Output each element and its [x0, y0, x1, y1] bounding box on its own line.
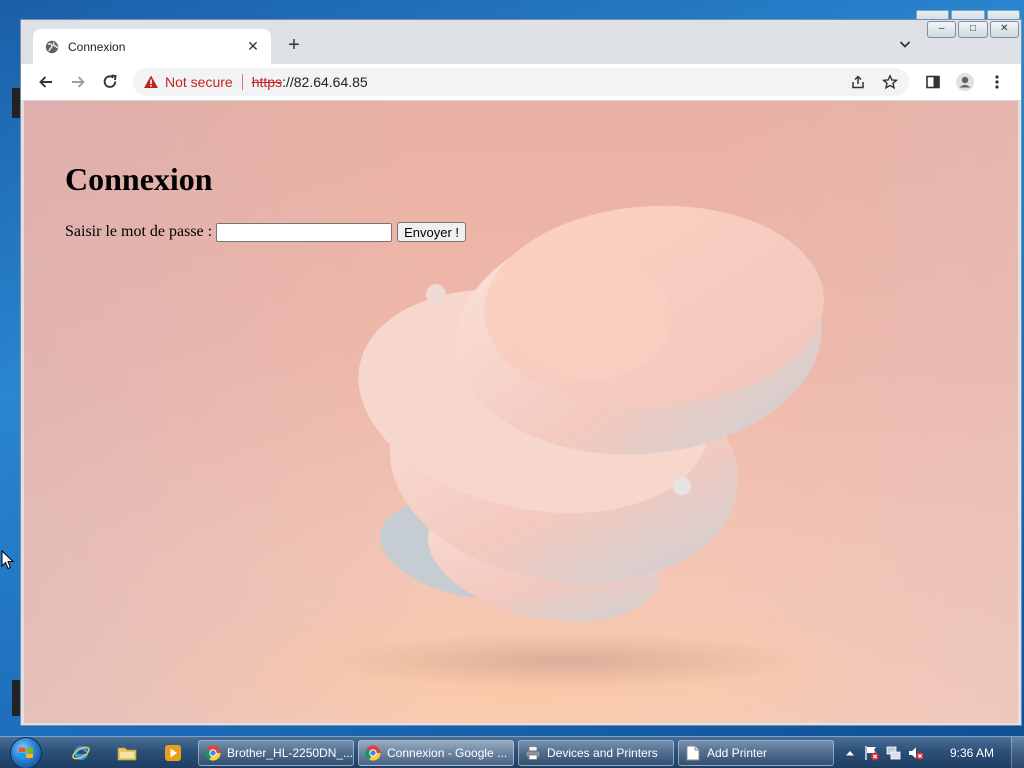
- network-icon[interactable]: [886, 745, 902, 761]
- clock[interactable]: 9:36 AM: [950, 746, 994, 760]
- internet-explorer-icon[interactable]: [64, 740, 98, 766]
- forward-arrow-icon[interactable]: [66, 70, 90, 94]
- system-tray: 9:36 AM: [842, 740, 1020, 766]
- background-window-edge: [12, 680, 20, 716]
- show-desktop-button[interactable]: [1011, 737, 1024, 768]
- windows-logo-icon: [10, 737, 42, 768]
- taskbar-item-devices-printers[interactable]: Devices and Printers: [518, 740, 674, 766]
- password-label: Saisir le mot de passe :: [65, 223, 213, 240]
- volume-muted-icon[interactable]: [908, 745, 924, 761]
- chrome-icon: [205, 745, 221, 761]
- url-scheme: https: [251, 74, 283, 90]
- kebab-menu-icon[interactable]: [985, 70, 1009, 94]
- share-icon[interactable]: [849, 73, 867, 91]
- taskbar-item-add-printer[interactable]: Add Printer: [678, 740, 834, 766]
- taskbar-item-brother[interactable]: Brother_HL-2250DN_...: [198, 740, 354, 766]
- submit-button[interactable]: Envoyer !: [397, 222, 467, 242]
- browser-window: Connexion ✕ + – □ ✕ Not secure https ://…: [20, 19, 1022, 726]
- warning-triangle-icon[interactable]: [143, 74, 159, 90]
- tab-title: Connexion: [68, 39, 126, 54]
- tab-search-chevron-icon[interactable]: [897, 36, 913, 52]
- omnibox-separator: [241, 74, 243, 90]
- back-arrow-icon[interactable]: [34, 70, 58, 94]
- action-center-flag-icon[interactable]: [864, 745, 880, 761]
- globe-icon: [45, 40, 59, 54]
- maximize-button[interactable]: □: [958, 21, 988, 38]
- task-label: Connexion - Google ...: [387, 746, 508, 760]
- address-bar[interactable]: Not secure https ://82.64.64.85: [133, 68, 909, 96]
- star-icon[interactable]: [881, 73, 899, 91]
- close-window-button[interactable]: ✕: [989, 21, 1019, 38]
- password-input[interactable]: [216, 222, 393, 242]
- url-host: ://82.64.64.85: [282, 74, 368, 90]
- background-window-edge: [12, 88, 20, 118]
- tab-close-icon[interactable]: ✕: [245, 38, 261, 55]
- taskbar: Brother_HL-2250DN_... Connexion - Google…: [0, 736, 1024, 768]
- reload-icon[interactable]: [98, 70, 122, 94]
- document-icon: [685, 745, 701, 761]
- browser-toolbar: Not secure https ://82.64.64.85: [21, 64, 1021, 101]
- page-viewport: Connexion Saisir le mot de passe : Envoy…: [24, 101, 1018, 723]
- task-label: Devices and Printers: [547, 746, 658, 760]
- not-secure-label[interactable]: Not secure: [165, 74, 233, 90]
- chrome-icon: [365, 745, 381, 761]
- tab-connexion[interactable]: Connexion ✕: [33, 29, 271, 64]
- printer-icon: [525, 745, 541, 761]
- profile-icon[interactable]: [953, 70, 977, 94]
- login-form: Saisir le mot de passe : Envoyer !: [65, 222, 467, 242]
- taskbar-item-connexion[interactable]: Connexion - Google ...: [358, 740, 514, 766]
- page-title: Connexion: [65, 161, 213, 197]
- window-controls: – □ ✕: [925, 20, 1021, 38]
- task-label: Add Printer: [707, 746, 768, 760]
- start-button[interactable]: [6, 737, 46, 768]
- tab-strip: Connexion ✕ +: [21, 20, 1021, 64]
- minimize-button[interactable]: –: [927, 21, 957, 38]
- file-explorer-icon[interactable]: [110, 740, 144, 766]
- media-player-icon[interactable]: [156, 740, 190, 766]
- mouse-cursor-icon: [1, 550, 15, 570]
- task-label: Brother_HL-2250DN_...: [227, 746, 354, 760]
- new-tab-button[interactable]: +: [283, 34, 305, 56]
- show-hidden-icons-chevron-icon[interactable]: [842, 745, 858, 761]
- side-panel-icon[interactable]: [921, 70, 945, 94]
